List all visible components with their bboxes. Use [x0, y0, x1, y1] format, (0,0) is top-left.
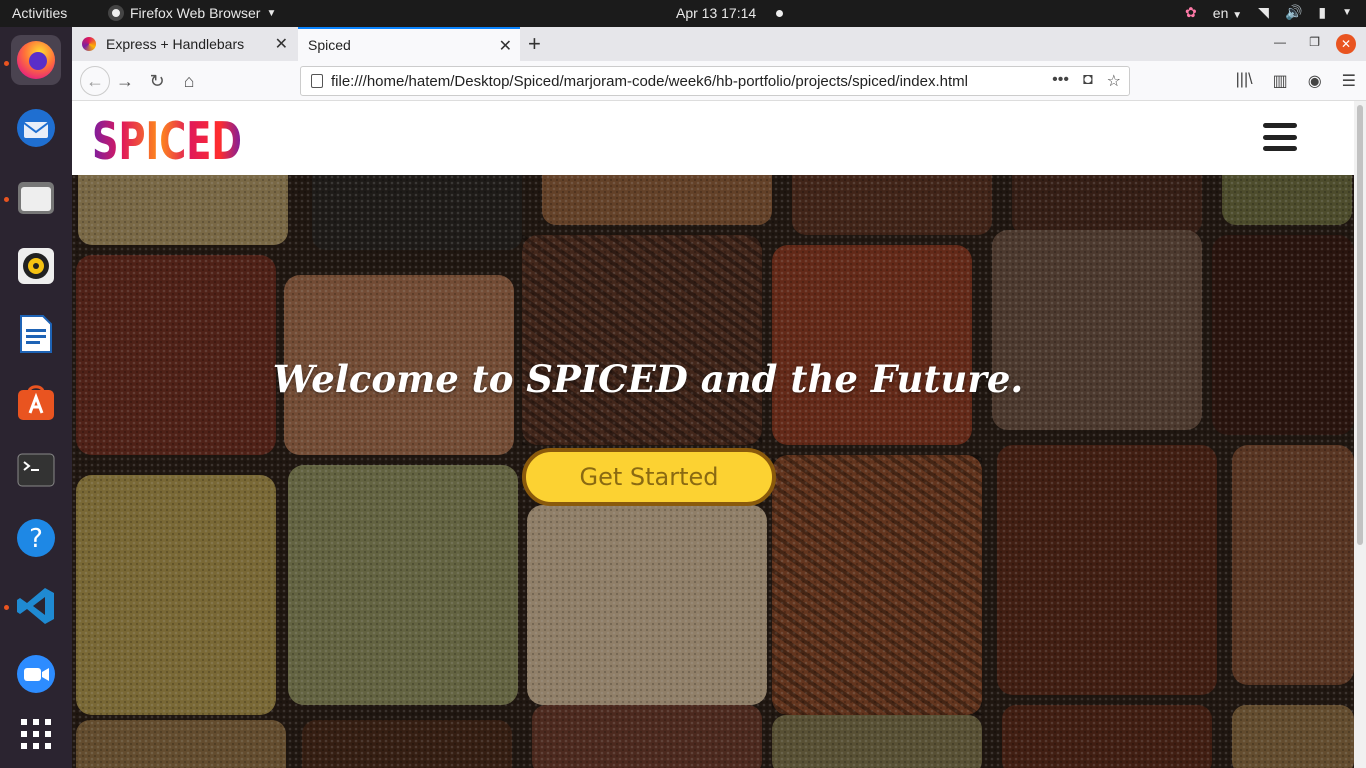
pocket-icon[interactable]: ◘ — [1083, 71, 1093, 91]
accessibility-icon[interactable]: ✿ — [1185, 4, 1197, 21]
svg-text:?: ? — [29, 524, 43, 554]
site-header: SPICED — [72, 101, 1354, 175]
chevron-down-icon[interactable]: ▼ — [1342, 7, 1352, 18]
help-icon: ? — [17, 519, 55, 557]
running-indicator — [4, 61, 9, 66]
dock: ? — [0, 27, 72, 768]
page-scrollbar[interactable] — [1354, 101, 1366, 768]
tab-spiced[interactable]: Spiced ✕ — [298, 27, 520, 61]
sidebar-icon[interactable]: ▥ — [1273, 71, 1288, 91]
url-bar[interactable]: file:///home/hatem/Desktop/Spiced/marjor… — [300, 66, 1130, 96]
language-label: en — [1212, 4, 1229, 21]
dock-terminal[interactable] — [11, 445, 61, 495]
get-started-button[interactable]: Get Started — [522, 448, 776, 506]
firefox-small-icon — [108, 5, 124, 21]
app-menu[interactable]: Firefox Web Browser ▼ — [108, 5, 276, 21]
close-tab-icon[interactable]: ✕ — [499, 36, 512, 56]
terminal-icon — [17, 453, 55, 487]
zoom-icon — [17, 655, 55, 693]
hamburger-line — [1263, 123, 1297, 128]
notification-dot-icon — [776, 10, 783, 17]
system-top-bar: Activities Firefox Web Browser ▼ Apr 13 … — [0, 0, 1366, 27]
navigation-toolbar: ← → ↻ ⌂ file:///home/hatem/Desktop/Spice… — [72, 61, 1366, 101]
more-actions-icon[interactable]: ••• — [1052, 71, 1069, 91]
system-tray[interactable]: ✿ en ▼ ◥ 🔊 ▮ ▼ — [1185, 4, 1352, 21]
language-indicator[interactable]: en ▼ — [1213, 5, 1242, 21]
dock-rhythmbox[interactable] — [11, 241, 61, 291]
hamburger-menu-button[interactable] — [1263, 123, 1297, 151]
dock-thunderbird[interactable] — [11, 103, 61, 153]
dock-writer[interactable] — [11, 309, 61, 359]
minimize-icon[interactable]: — — [1274, 35, 1286, 49]
activities-button[interactable]: Activities — [12, 5, 67, 21]
dock-show-apps[interactable] — [11, 709, 61, 759]
bookmark-star-icon[interactable]: ☆ — [1107, 71, 1121, 91]
thunderbird-icon — [17, 109, 55, 147]
chevron-down-icon: ▼ — [266, 7, 277, 19]
running-indicator — [4, 197, 9, 202]
hero-section: Welcome to SPICED and the Future. Get St… — [72, 175, 1354, 768]
software-center-icon — [18, 385, 54, 420]
volume-icon[interactable]: 🔊 — [1285, 4, 1302, 21]
logo-text: SPICED — [92, 112, 242, 163]
tab-label: Express + Handlebars — [106, 36, 245, 52]
spiced-logo[interactable]: SPICED — [92, 111, 242, 163]
close-tab-icon[interactable]: ✕ — [275, 34, 288, 54]
hamburger-line — [1263, 146, 1297, 151]
clock[interactable]: Apr 13 17:14 — [676, 5, 756, 21]
dock-files[interactable] — [11, 173, 61, 223]
menu-icon[interactable]: ☰ — [1342, 71, 1356, 91]
account-icon[interactable]: ◉ — [1308, 71, 1322, 91]
tab-express-handlebars[interactable]: Express + Handlebars ✕ — [72, 27, 296, 61]
app-menu-label: Firefox Web Browser — [130, 5, 261, 21]
rhythmbox-icon — [18, 248, 54, 284]
favicon-icon — [82, 37, 96, 51]
hamburger-line — [1263, 134, 1297, 140]
running-indicator — [4, 605, 9, 610]
firefox-icon — [17, 41, 55, 79]
home-button[interactable]: ⌂ — [176, 68, 202, 94]
hero-title: Welcome to SPICED and the Future. — [272, 357, 1024, 401]
battery-icon[interactable]: ▮ — [1318, 4, 1326, 21]
forward-button[interactable]: → — [112, 68, 138, 94]
scrollbar-thumb[interactable] — [1357, 105, 1363, 545]
dock-zoom[interactable] — [11, 649, 61, 699]
tab-label: Spiced — [308, 37, 351, 53]
dock-help[interactable]: ? — [11, 513, 61, 563]
web-page: SPICED Welcome to SPICED and the Future.… — [72, 101, 1354, 768]
chevron-down-icon: ▼ — [1232, 9, 1243, 21]
url-text: file:///home/hatem/Desktop/Spiced/marjor… — [331, 72, 968, 90]
maximize-icon[interactable]: ❐ — [1309, 35, 1320, 49]
wifi-icon[interactable]: ◥ — [1258, 4, 1269, 21]
tab-bar: Express + Handlebars ✕ Spiced ✕ + — ❐ ✕ — [72, 27, 1366, 61]
app-grid-icon — [21, 719, 51, 749]
library-icon[interactable]: |||\ — [1236, 71, 1253, 91]
close-window-button[interactable]: ✕ — [1336, 34, 1356, 54]
firefox-window: Express + Handlebars ✕ Spiced ✕ + — ❐ ✕ … — [72, 27, 1366, 768]
libreoffice-writer-icon — [20, 315, 52, 353]
dock-vscode[interactable] — [11, 581, 61, 631]
new-tab-button[interactable]: + — [528, 31, 541, 57]
reload-button[interactable]: ↻ — [144, 68, 170, 94]
files-icon — [18, 182, 54, 214]
page-icon — [311, 74, 323, 88]
vscode-icon — [17, 588, 54, 624]
back-button[interactable]: ← — [80, 66, 110, 96]
dock-software[interactable] — [11, 377, 61, 427]
dock-firefox[interactable] — [11, 35, 61, 85]
